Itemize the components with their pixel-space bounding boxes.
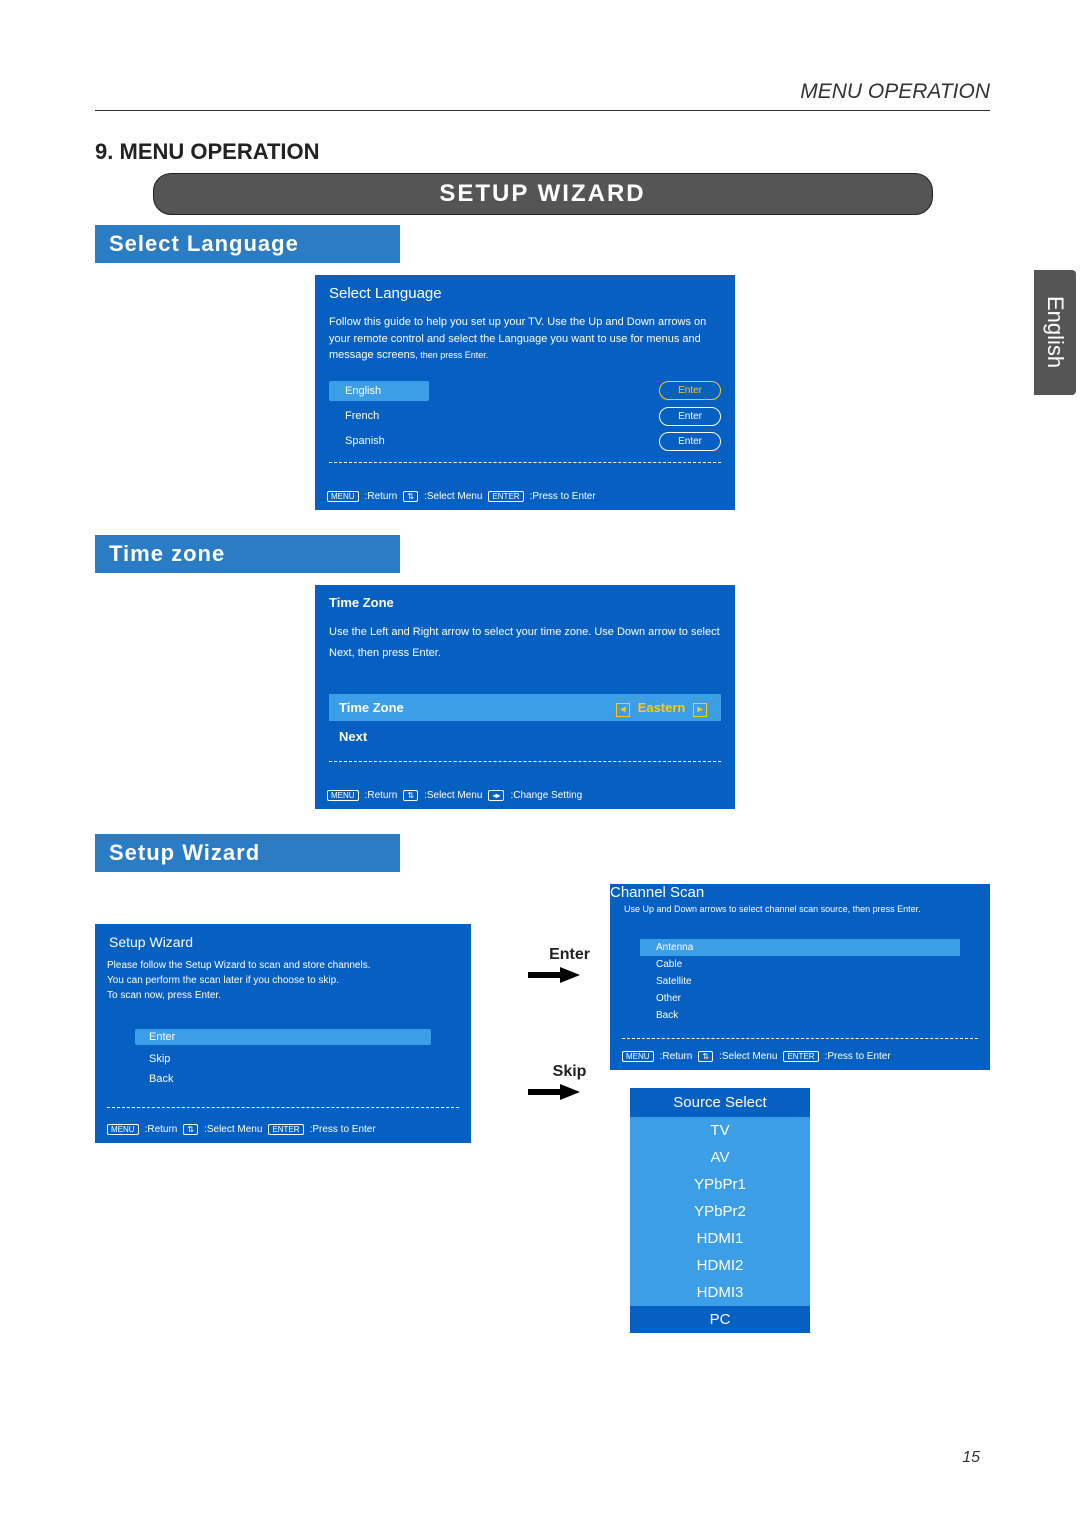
side-tab-english: English bbox=[1034, 270, 1076, 395]
arrow-label-skip: Skip bbox=[553, 1063, 587, 1081]
updown-icon: ⇅ bbox=[403, 491, 418, 502]
source-option-ypbpr2[interactable]: YPbPr2 bbox=[630, 1198, 810, 1225]
panel-body: Please follow the Setup Wizard to scan a… bbox=[95, 954, 471, 1015]
panel-setup-wizard: Setup Wizard Please follow the Setup Wiz… bbox=[95, 924, 471, 1143]
next-button[interactable]: Next bbox=[329, 721, 721, 753]
updown-icon: ⇅ bbox=[183, 1124, 198, 1135]
updown-icon: ⇅ bbox=[403, 790, 418, 801]
section-title-text: MENU OPERATION bbox=[120, 139, 320, 164]
arrow-label-enter: Enter bbox=[549, 946, 590, 964]
menu-key-icon: MENU bbox=[327, 491, 359, 502]
panel-body: Use the Left and Right arrow to select y… bbox=[315, 616, 735, 782]
panel-footer: MENU :Return ⇅ :Select Menu ENTER :Press… bbox=[610, 1043, 990, 1070]
panel-title: Time Zone bbox=[315, 585, 735, 616]
panel-time-zone: Time Zone Use the Left and Right arrow t… bbox=[315, 585, 735, 809]
panel-footer: MENU :Return ⇅ :Select Menu ◂▸ :Change S… bbox=[315, 782, 735, 809]
arrow-right-icon[interactable]: ▸ bbox=[693, 703, 707, 717]
menu-key-icon: MENU bbox=[327, 790, 359, 801]
panel-title: Source Select bbox=[630, 1088, 810, 1117]
section-title: 9. MENU OPERATION bbox=[95, 139, 990, 165]
panel-title: Setup Wizard bbox=[95, 924, 471, 954]
panel-title: Channel Scan bbox=[610, 884, 990, 901]
enter-key-icon: ENTER bbox=[488, 491, 523, 502]
arrow-left-icon[interactable]: ◂ bbox=[616, 703, 630, 717]
arrow-right-icon bbox=[560, 1084, 580, 1100]
pill-setup-wizard: SETUP WIZARD bbox=[153, 173, 933, 215]
heading-setup-wizard: Setup Wizard bbox=[95, 834, 400, 872]
wizard-option-back[interactable]: Back bbox=[135, 1069, 431, 1089]
source-option-hdmi3[interactable]: HDMI3 bbox=[630, 1279, 810, 1306]
enter-button[interactable]: Enter bbox=[659, 381, 721, 400]
chan-option-cable[interactable]: Cable bbox=[640, 956, 960, 973]
enter-key-icon: ENTER bbox=[783, 1051, 818, 1062]
source-option-hdmi1[interactable]: HDMI1 bbox=[630, 1225, 810, 1252]
heading-select-language: Select Language bbox=[95, 225, 400, 263]
source-option-hdmi2[interactable]: HDMI2 bbox=[630, 1252, 810, 1279]
chan-option-other[interactable]: Other bbox=[640, 990, 960, 1007]
menu-key-icon: MENU bbox=[622, 1051, 654, 1062]
chan-option-back[interactable]: Back bbox=[640, 1007, 960, 1024]
wizard-option-skip[interactable]: Skip bbox=[135, 1049, 431, 1069]
leftright-icon: ◂▸ bbox=[488, 790, 504, 801]
panel-body: Use Up and Down arrows to select channel… bbox=[610, 901, 990, 918]
chan-option-antenna[interactable]: Antenna bbox=[640, 939, 960, 956]
panel-source-select: Source Select TV AV YPbPr1 YPbPr2 HDMI1 … bbox=[630, 1088, 810, 1333]
panel-channel-scan: Channel Scan Use Up and Down arrows to s… bbox=[610, 884, 990, 1071]
source-option-tv[interactable]: TV bbox=[630, 1117, 810, 1144]
source-option-ypbpr1[interactable]: YPbPr1 bbox=[630, 1171, 810, 1198]
source-option-av[interactable]: AV bbox=[630, 1144, 810, 1171]
time-zone-selector[interactable]: Time Zone ◂ Eastern ▸ bbox=[329, 694, 721, 722]
language-option-english[interactable]: English Enter bbox=[329, 378, 721, 405]
enter-button[interactable]: Enter bbox=[659, 407, 721, 426]
source-option-pc[interactable]: PC bbox=[630, 1306, 810, 1333]
enter-button[interactable]: Enter bbox=[659, 432, 721, 451]
panel-footer: MENU :Return ⇅ :Select Menu ENTER :Press… bbox=[95, 1116, 471, 1143]
page-header: MENU OPERATION bbox=[95, 80, 990, 111]
section-number: 9 bbox=[95, 139, 107, 164]
panel-body: Follow this guide to help you set up you… bbox=[315, 308, 735, 483]
page-number: 15 bbox=[962, 1449, 980, 1467]
updown-icon: ⇅ bbox=[698, 1051, 713, 1062]
language-option-french[interactable]: French Enter bbox=[329, 404, 721, 429]
enter-key-icon: ENTER bbox=[268, 1124, 303, 1135]
arrow-right-icon bbox=[560, 967, 580, 983]
panel-select-language: Select Language Follow this guide to hel… bbox=[315, 275, 735, 510]
heading-time-zone: Time zone bbox=[95, 535, 400, 573]
menu-key-icon: MENU bbox=[107, 1124, 139, 1135]
panel-footer: MENU :Return ⇅ :Select Menu ENTER :Press… bbox=[315, 483, 735, 510]
panel-title: Select Language bbox=[315, 275, 735, 308]
language-option-spanish[interactable]: Spanish Enter bbox=[329, 429, 721, 454]
chan-option-satellite[interactable]: Satellite bbox=[640, 973, 960, 990]
wizard-option-enter[interactable]: Enter bbox=[135, 1029, 431, 1045]
